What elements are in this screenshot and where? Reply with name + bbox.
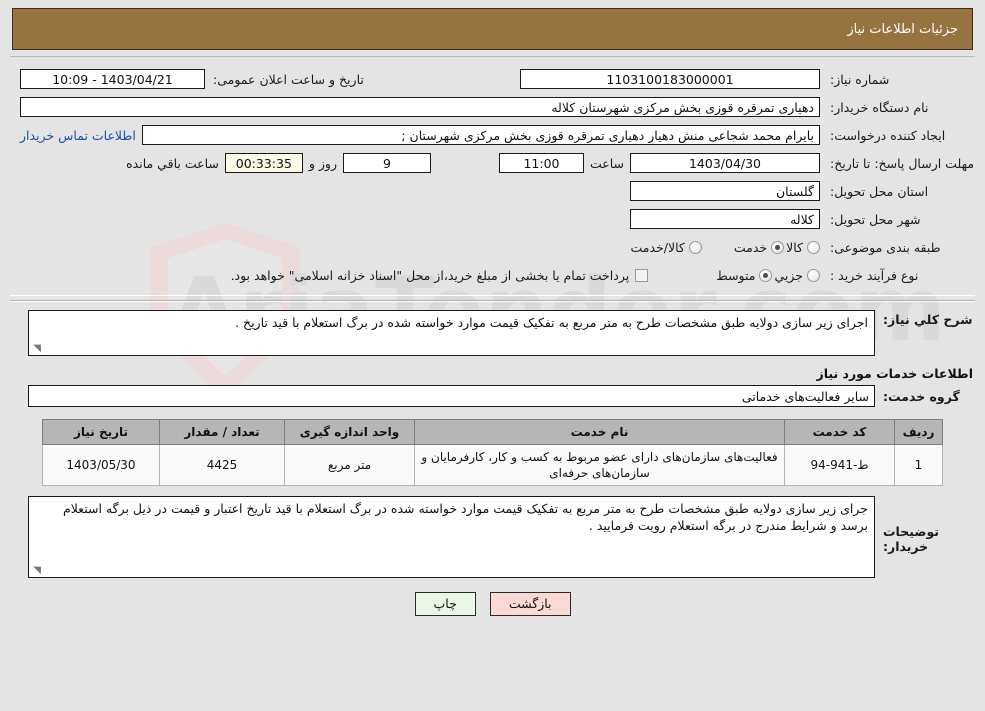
print-button[interactable]: چاپ bbox=[414, 592, 476, 616]
resize-grip-icon-notes[interactable]: ◥ bbox=[31, 566, 41, 576]
services-table-wrap: ردیف کد خدمت نام خدمت واحد اندازه گیری ت… bbox=[0, 419, 985, 486]
col-quantity: تعداد / مقدار bbox=[159, 419, 285, 445]
radio-motavaset-icon[interactable] bbox=[759, 268, 773, 282]
process-option-motavaset-label: متوسط bbox=[716, 267, 756, 283]
category-option-kala-khedmat-label: کالا/خدمت bbox=[630, 239, 685, 255]
city-label: شهر محل تحویل: bbox=[830, 211, 921, 227]
need-number-label: شماره نیاز: bbox=[830, 71, 890, 87]
buyer-contact-link[interactable]: اطلاعات تماس خریدار bbox=[20, 128, 136, 143]
page-titlebar: جزئیات اطلاعات نیاز bbox=[12, 8, 973, 50]
cell-service-code: ط-941-94 bbox=[784, 444, 895, 486]
buyer-notes-text: جرای زیر سازی دولایه طبق مشخصات طرح به م… bbox=[62, 501, 868, 533]
requester-label: ایجاد کننده درخواست: bbox=[830, 127, 946, 143]
buyer-notes-label: توضیحات خریدار: bbox=[883, 524, 939, 554]
category-option-kala-khedmat[interactable]: کالا/خدمت bbox=[628, 239, 702, 255]
need-number-field[interactable]: 1103100183000001 bbox=[520, 69, 820, 89]
treasury-note-label: پرداخت تمام یا بخشی از مبلغ خرید،از محل … bbox=[230, 267, 630, 283]
cell-row-no: 1 bbox=[894, 444, 943, 486]
radio-kala-icon[interactable] bbox=[807, 240, 820, 254]
cell-unit: متر مربع bbox=[284, 444, 415, 486]
process-option-jozi[interactable]: جزیي bbox=[772, 268, 820, 283]
deadline-time-field[interactable]: 11:00 bbox=[498, 153, 584, 173]
buyer-notes-section: توضیحات خریدار: جرای زیر سازی دولایه طبق… bbox=[10, 496, 975, 578]
row-requester: ایجاد کننده درخواست: بایرام محمد شجاعی م… bbox=[10, 121, 975, 149]
service-group-label: گروه خدمت: bbox=[883, 388, 960, 404]
col-unit: واحد اندازه گیری bbox=[284, 419, 415, 445]
province-field[interactable]: گلستان bbox=[630, 181, 820, 201]
announce-datetime-label: تاریخ و ساعت اعلان عمومی: bbox=[213, 71, 364, 87]
row-need-number: شماره نیاز: 1103100183000001 تاریخ و ساع… bbox=[10, 65, 975, 93]
deadline-label: مهلت ارسال پاسخ: تا تاریخ: bbox=[830, 155, 975, 171]
cell-service-name: فعالیت‌های سازمان‌های دارای عضو مربوط به… bbox=[414, 444, 785, 486]
action-button-bar: بازگشت چاپ bbox=[0, 592, 985, 616]
services-section-title: اطلاعات خدمات مورد نیاز bbox=[816, 366, 974, 381]
col-row-no: ردیف bbox=[894, 419, 943, 445]
description-section: شرح کلي نياز: اجرای زیر سازی دولایه طبق … bbox=[10, 310, 975, 356]
table-header-row: ردیف کد خدمت نام خدمت واحد اندازه گیری ت… bbox=[42, 419, 943, 445]
treasury-checkbox[interactable] bbox=[635, 268, 649, 282]
radio-khedmat-icon[interactable] bbox=[771, 240, 785, 254]
radio-kala-khedmat-icon[interactable] bbox=[688, 240, 702, 254]
process-label: نوع فرآیند خرید : bbox=[830, 267, 919, 283]
divider-after-info bbox=[10, 300, 975, 302]
remaining-label: ساعت باقي مانده bbox=[126, 155, 219, 171]
table-row: 1 ط-941-94 فعالیت‌های سازمان‌های دارای ع… bbox=[42, 444, 943, 486]
announce-datetime-field[interactable]: 1403/04/21 - 10:09 bbox=[20, 69, 205, 89]
services-table: ردیف کد خدمت نام خدمت واحد اندازه گیری ت… bbox=[42, 419, 943, 486]
countdown-timer-field: 00:33:35 bbox=[224, 153, 303, 173]
row-deadline: مهلت ارسال پاسخ: تا تاریخ: 1403/04/30 سا… bbox=[10, 149, 975, 177]
service-group-field[interactable]: سایر فعالیت‌های خدماتی bbox=[28, 385, 875, 407]
row-category: طبقه بندی موضوعی: کالا خدمت کالا/خدمت bbox=[10, 233, 975, 261]
category-label: طبقه بندی موضوعی: bbox=[830, 239, 941, 255]
hour-label: ساعت bbox=[589, 155, 624, 171]
row-province: استان محل تحویل: گلستان bbox=[10, 177, 975, 205]
buyer-org-label: نام دستگاه خریدار: bbox=[830, 99, 929, 115]
process-option-motavaset[interactable]: متوسط bbox=[714, 267, 773, 283]
remaining-days-field: 9 bbox=[342, 153, 431, 173]
requester-field[interactable]: بایرام محمد شجاعی منش دهیار دهیاری تمرقر… bbox=[141, 125, 820, 145]
service-group-row: گروه خدمت: سایر فعالیت‌های خدماتی bbox=[10, 385, 975, 407]
description-textarea[interactable]: اجرای زیر سازی دولایه طبق مشخصات طرح به … bbox=[28, 310, 875, 356]
description-label: شرح کلي نياز: bbox=[883, 312, 973, 327]
page-root: جزئیات اطلاعات نیاز شماره نیاز: 11031001… bbox=[0, 8, 985, 616]
category-option-kala[interactable]: کالا bbox=[784, 240, 820, 255]
cell-quantity: 4425 bbox=[159, 444, 285, 486]
description-text: اجرای زیر سازی دولایه طبق مشخصات طرح به … bbox=[235, 315, 868, 330]
process-option-jozi-label: جزیي bbox=[774, 267, 803, 283]
page-title: جزئیات اطلاعات نیاز bbox=[847, 21, 958, 37]
col-need-date: تاریخ نیاز bbox=[42, 419, 160, 445]
cell-need-date: 1403/05/30 bbox=[42, 444, 160, 486]
category-option-khedmat[interactable]: خدمت bbox=[732, 239, 785, 255]
row-process-type: نوع فرآیند خرید : جزیي متوسط پرداخت تمام… bbox=[10, 261, 975, 289]
category-option-khedmat-label: خدمت bbox=[733, 239, 768, 255]
row-buyer-org: نام دستگاه خریدار: دهیاری تمرقره قوزی بخ… bbox=[10, 93, 975, 121]
category-option-kala-label: کالا bbox=[786, 239, 803, 255]
buyer-notes-textarea[interactable]: جرای زیر سازی دولایه طبق مشخصات طرح به م… bbox=[28, 496, 875, 578]
days-unit-label: روز و bbox=[308, 155, 337, 171]
need-info-panel: شماره نیاز: 1103100183000001 تاریخ و ساع… bbox=[10, 56, 975, 296]
resize-grip-icon[interactable]: ◥ bbox=[31, 344, 41, 354]
col-service-name: نام خدمت bbox=[414, 419, 785, 445]
city-field[interactable]: کلاله bbox=[630, 209, 820, 229]
deadline-date-field[interactable]: 1403/04/30 bbox=[630, 153, 820, 173]
row-city: شهر محل تحویل: کلاله bbox=[10, 205, 975, 233]
back-button[interactable]: بازگشت bbox=[489, 592, 571, 616]
buyer-org-field[interactable]: دهیاری تمرقره قوزی بخش مرکزی شهرستان کلا… bbox=[20, 97, 820, 117]
radio-jozi-icon[interactable] bbox=[807, 268, 820, 282]
col-service-code: کد خدمت bbox=[784, 419, 895, 445]
province-label: استان محل تحویل: bbox=[830, 183, 929, 199]
